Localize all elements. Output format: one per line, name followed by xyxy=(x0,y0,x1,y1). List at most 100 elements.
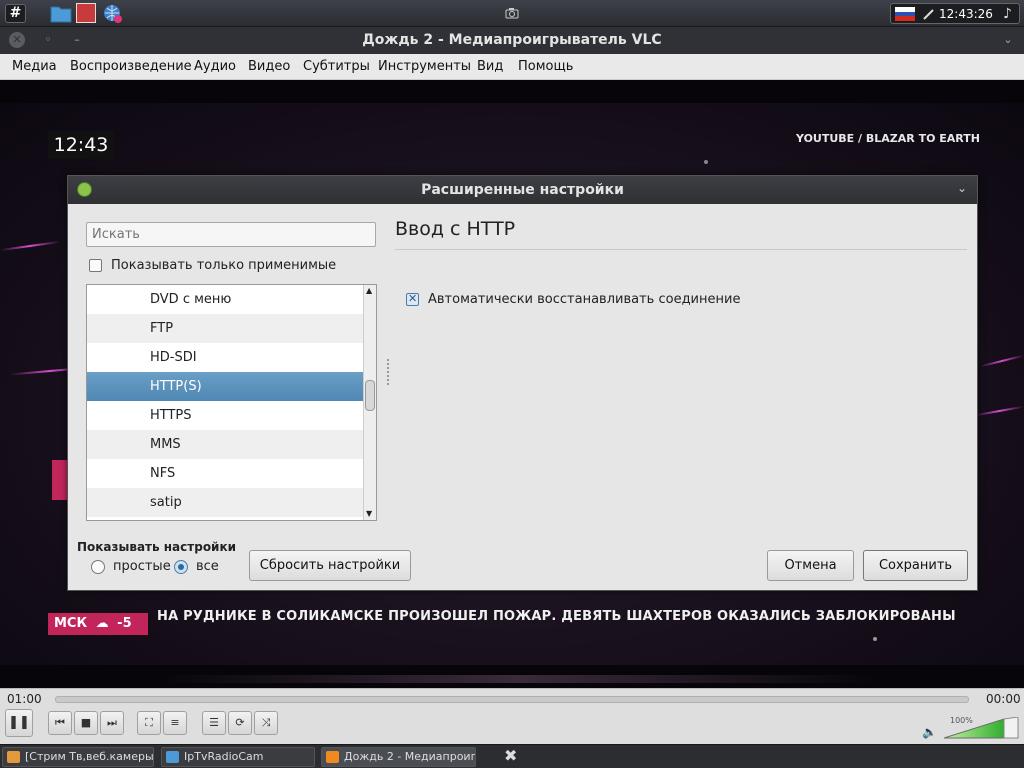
fullscreen-button[interactable]: ⛶ xyxy=(137,711,161,735)
list-item[interactable]: MMS xyxy=(87,430,364,459)
list-item[interactable]: satip xyxy=(87,488,364,517)
list-item[interactable]: DVD с меню xyxy=(87,285,364,314)
cloud-icon: ☁ xyxy=(95,616,109,631)
menu-video[interactable]: Видео xyxy=(248,59,290,74)
module-list[interactable]: DVD с меню FTP HD-SDI HTTP(S) HTTPS MMS … xyxy=(86,284,377,521)
elapsed-time[interactable]: 01:00 xyxy=(7,692,42,706)
scroll-down-icon[interactable]: ▼ xyxy=(366,509,372,518)
scroll-up-icon[interactable]: ▲ xyxy=(366,286,372,295)
loop-button[interactable]: ⟳ xyxy=(228,711,252,735)
fullscreen-icon: ⛶ xyxy=(145,716,153,729)
pen-icon[interactable] xyxy=(922,7,936,21)
playlist-icon: ☰ xyxy=(209,716,219,729)
window-title: Дождь 2 - Медиапроигрыватель VLC xyxy=(362,32,662,48)
radio-all-label: все xyxy=(196,559,219,574)
weather-city: МСК xyxy=(54,616,88,631)
section-title: Ввод с HTTP xyxy=(395,218,516,240)
next-icon: ⏭ xyxy=(107,716,117,729)
menu-subtitles[interactable]: Субтитры xyxy=(303,59,370,74)
reset-settings-button[interactable]: Сбросить настройки xyxy=(249,550,411,581)
weather-temperature: -5 xyxy=(117,616,132,631)
web-browser-icon[interactable] xyxy=(103,4,123,24)
list-item[interactable]: FTP xyxy=(87,314,364,343)
list-item[interactable]: NFS xyxy=(87,459,364,488)
chevron-down-icon[interactable]: ⌄ xyxy=(957,181,967,195)
radio-all[interactable] xyxy=(174,560,188,574)
launcher-button[interactable]: # xyxy=(5,4,26,23)
menu-tools[interactable]: Инструменты xyxy=(378,59,471,74)
list-scrollbar[interactable]: ▲ ▼ xyxy=(363,285,376,520)
menu-help[interactable]: Помощь xyxy=(518,59,573,74)
previous-button[interactable]: ⏮ xyxy=(48,711,72,735)
headline-bar xyxy=(52,460,68,500)
stream-app-icon xyxy=(7,751,20,763)
radio-simple[interactable] xyxy=(91,560,105,574)
system-tray: 12:43:26 ♪ xyxy=(890,3,1020,24)
loop-icon: ⟳ xyxy=(235,716,245,729)
taskbar-item-label: Дождь 2 - Медиапроигр... xyxy=(344,750,476,763)
stop-icon: ■ xyxy=(80,716,92,729)
advanced-settings-dialog: Расширенные настройки ⌄ Показывать тольк… xyxy=(67,175,978,591)
speaker-icon[interactable]: 🔈 xyxy=(922,725,937,739)
taskbar: [Стрим Тв,веб.камеры,... IpTvRadioCam До… xyxy=(0,744,1024,768)
menu-playback[interactable]: Воспроизведение xyxy=(70,59,192,74)
playlist-button[interactable]: ☰ xyxy=(202,711,226,735)
vlc-icon xyxy=(326,751,339,763)
folder-icon xyxy=(166,751,179,763)
star-dot xyxy=(873,637,877,641)
shuffle-button[interactable]: ⤨ xyxy=(254,711,278,735)
taskbar-item-active[interactable]: Дождь 2 - Медиапроигр... xyxy=(321,747,476,767)
close-all-icon[interactable]: ✖ xyxy=(504,746,517,765)
next-button[interactable]: ⏭ xyxy=(100,711,124,735)
camera-icon[interactable] xyxy=(505,7,519,19)
volume-slider[interactable] xyxy=(944,717,1020,739)
dialog-title: Расширенные настройки xyxy=(421,182,624,198)
previous-icon: ⏮ xyxy=(55,716,65,729)
scrollbar-thumb[interactable] xyxy=(365,380,375,411)
taskbar-item[interactable]: [Стрим Тв,веб.камеры,... xyxy=(2,747,154,767)
search-input[interactable] xyxy=(86,222,376,247)
shuffle-icon: ⤨ xyxy=(261,716,271,729)
show-settings-label: Показывать настройки xyxy=(77,540,237,554)
cancel-button[interactable]: Отмена xyxy=(767,550,854,581)
vlc-control-icon[interactable] xyxy=(76,3,96,23)
extended-settings-button[interactable]: ≡ xyxy=(163,711,187,735)
list-item-selected[interactable]: HTTP(S) xyxy=(87,372,364,401)
pause-icon: ❚❚ xyxy=(8,715,30,730)
splitter-handle[interactable] xyxy=(387,359,390,385)
menu-media[interactable]: Медиа xyxy=(12,59,57,74)
taskbar-item-label: [Стрим Тв,веб.камеры,... xyxy=(25,750,154,763)
radio-simple-label: простые xyxy=(113,559,171,574)
video-source-credit: YOUTUBE / BLAZAR TO EARTH xyxy=(796,132,980,145)
only-applicable-checkbox[interactable] xyxy=(89,259,102,272)
list-item[interactable]: HD-SDI xyxy=(87,343,364,372)
save-button[interactable]: Сохранить xyxy=(863,550,968,581)
auto-reconnect-label: Автоматически восстанавливать соединение xyxy=(428,292,741,307)
taskbar-item[interactable]: IpTvRadioCam xyxy=(161,747,315,767)
only-applicable-label: Показывать только применимые xyxy=(111,258,337,273)
star-dot xyxy=(704,160,708,164)
file-manager-icon[interactable] xyxy=(50,4,72,23)
menu-audio[interactable]: Аудио xyxy=(194,59,236,74)
stop-button[interactable]: ■ xyxy=(74,711,98,735)
weather-badge: МСК ☁ -5 xyxy=(48,613,148,635)
seek-bar[interactable] xyxy=(55,696,969,703)
list-item[interactable]: HTTPS xyxy=(87,401,364,430)
remaining-time[interactable]: 00:00 xyxy=(986,692,1021,706)
playback-controls: 01:00 00:00 ❚❚ ⏮ ■ ⏭ ⛶ ≡ ☰ ⟳ ⤨ 🔈 100% xyxy=(0,688,1024,744)
auto-reconnect-checkbox[interactable] xyxy=(406,292,419,306)
chevron-down-icon[interactable]: ⌄ xyxy=(1000,32,1016,48)
music-note-icon[interactable]: ♪ xyxy=(1003,6,1012,22)
russian-flag-icon[interactable] xyxy=(895,7,915,21)
video-clock: 12:43 xyxy=(48,131,114,159)
menu-view[interactable]: Вид xyxy=(477,59,503,74)
clock[interactable]: 12:43:26 xyxy=(939,7,993,21)
window-titlebar[interactable]: ✕ ◦ – Дождь 2 - Медиапроигрыватель VLC ⌄ xyxy=(0,27,1024,54)
top-panel: # 12:43:26 ♪ xyxy=(0,0,1024,27)
pause-button[interactable]: ❚❚ xyxy=(5,709,33,737)
menubar: Медиа Воспроизведение Аудио Видео Субтит… xyxy=(0,54,1024,80)
news-ticker: НА РУДНИКЕ В СОЛИКАМСКЕ ПРОИЗОШЕЛ ПОЖАР.… xyxy=(157,609,956,624)
dialog-titlebar[interactable]: Расширенные настройки ⌄ xyxy=(68,176,977,204)
headline-remnant xyxy=(158,675,878,683)
equalizer-icon: ≡ xyxy=(170,716,180,729)
